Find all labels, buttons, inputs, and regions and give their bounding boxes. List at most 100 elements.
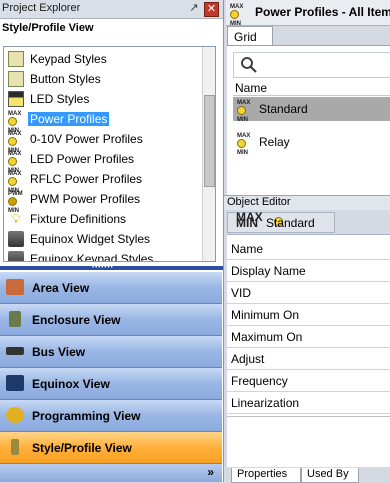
fixture-icon: 💡︎ — [11, 211, 21, 226]
nav-enclosure-view[interactable]: Enclosure View — [0, 304, 222, 336]
equinox-widget-icon — [8, 231, 24, 247]
tab-label: Grid — [234, 30, 257, 44]
pwm-profile-icon: PWM MIN — [8, 191, 23, 214]
chevron-right-icon[interactable]: » — [207, 465, 214, 479]
style-profile-tree: Keypad Styles Button Styles LED Styles M… — [3, 46, 216, 262]
equinox-view-icon — [6, 375, 24, 391]
tree-item-label: Equinox Keypad Styles — [30, 252, 154, 262]
tree-item-equinox-keypad-styles[interactable]: Equinox Keypad Styles — [4, 249, 200, 262]
power-profiles-title: Power Profiles - All Item — [255, 5, 390, 19]
tree-item-fixture-definitions[interactable]: 💡︎ Fixture Definitions — [4, 209, 200, 229]
property-row-frequency[interactable]: Frequency — [227, 369, 390, 392]
nav-label: Style/Profile View — [32, 441, 132, 455]
nav-style-profile-view[interactable]: Style/Profile View — [0, 432, 222, 464]
tab-grid[interactable]: Grid — [227, 26, 273, 46]
power-profile-icon: MAX MIN — [8, 171, 22, 194]
grid-row-relay[interactable]: MAX MIN Relay — [233, 130, 390, 156]
tree-item-rflc-power-profiles[interactable]: MAX MIN RFLC Power Profiles — [4, 169, 200, 194]
property-row-name[interactable]: Name — [227, 237, 390, 260]
grid-row-label: Standard — [259, 102, 308, 116]
tree-item-power-profiles[interactable]: MAX MIN Power Profiles — [4, 109, 200, 134]
search-icon[interactable] — [240, 56, 258, 74]
power-profile-icon: MAX MIN — [237, 100, 251, 123]
property-label: Display Name — [231, 264, 306, 278]
nav-overflow-bar[interactable]: » — [0, 464, 222, 482]
splitter-grip: ••••••• — [92, 265, 114, 271]
power-profiles-titlebar: MAX MIN Power Profiles - All Item — [226, 0, 390, 27]
object-editor-titlebar: Object Editor — [224, 195, 390, 210]
property-label: Frequency — [231, 374, 288, 388]
property-row-vid[interactable]: VID — [227, 281, 390, 304]
equinox-keypad-icon — [8, 251, 24, 261]
property-grid: Name Display Name VID Minimum On Maximum… — [227, 234, 390, 417]
programming-view-icon — [6, 407, 24, 423]
tab-properties[interactable]: Properties — [231, 468, 301, 483]
tree-item-label: PWM Power Profiles — [30, 192, 141, 206]
power-profile-icon: MAX MIN — [237, 133, 251, 156]
property-row-linearization[interactable]: Linearization — [227, 391, 390, 414]
area-view-icon — [6, 279, 24, 295]
keypad-styles-icon — [8, 51, 24, 67]
nav-label: Area View — [32, 281, 90, 295]
tree-item-0-10v-power-profiles[interactable]: MAX MIN 0-10V Power Profiles — [4, 129, 200, 154]
tab-label: Properties — [237, 468, 288, 480]
close-icon[interactable]: ✕ — [204, 2, 219, 17]
nav-area-view[interactable]: Area View — [0, 272, 222, 304]
tree-item-keypad-styles[interactable]: Keypad Styles — [4, 49, 200, 69]
property-row-maximum-on[interactable]: Maximum On — [227, 325, 390, 348]
style-profile-view-icon — [11, 439, 19, 455]
power-profile-icon: MAX MIN — [8, 151, 22, 174]
tree-item-label: Button Styles — [30, 72, 101, 86]
project-explorer-titlebar: Project Explorer ↗ ✕ — [0, 0, 223, 19]
property-description-area — [227, 416, 390, 467]
object-editor-tab-label: Standard — [266, 216, 315, 230]
property-label: Linearization — [231, 396, 300, 410]
tree-item-pwm-power-profiles[interactable]: PWM MIN PWM Power Profiles — [4, 189, 200, 214]
nav-label: Bus View — [32, 345, 86, 359]
object-editor-bottom-tabs: Properties Used By — [227, 468, 390, 483]
nav-label: Enclosure View — [32, 313, 121, 327]
property-row-display-name[interactable]: Display Name — [227, 259, 390, 282]
button-styles-icon — [8, 71, 24, 87]
tree-item-label: 0-10V Power Profiles — [30, 132, 143, 146]
bus-view-icon — [6, 347, 24, 355]
project-explorer-title: Project Explorer — [2, 2, 81, 14]
property-label: VID — [231, 286, 252, 300]
property-label: Minimum On — [231, 308, 300, 322]
tree-scrollbar-thumb[interactable] — [204, 95, 215, 187]
enclosure-view-icon — [9, 311, 21, 327]
tree-item-label: Keypad Styles — [30, 52, 107, 66]
property-label: Maximum On — [231, 330, 303, 344]
tree-item-label: LED Styles — [30, 92, 90, 106]
tree-item-equinox-widget-styles[interactable]: Equinox Widget Styles — [4, 229, 200, 249]
property-row-adjust[interactable]: Adjust — [227, 347, 390, 370]
nav-equinox-view[interactable]: Equinox View — [0, 368, 222, 400]
column-header-name[interactable]: Name — [233, 80, 390, 96]
property-row-minimum-on[interactable]: Minimum On — [227, 303, 390, 326]
object-editor-tab[interactable]: MAX MIN Standard — [227, 211, 335, 233]
power-profile-icon: MAX MIN — [8, 111, 22, 134]
panel-splitter[interactable]: ••••••• — [0, 265, 223, 271]
property-label: Adjust — [231, 352, 265, 366]
tree-item-label: LED Power Profiles — [30, 152, 135, 166]
pin-icon[interactable]: ↗ — [187, 2, 201, 15]
nav-label: Programming View — [32, 409, 141, 423]
nav-programming-view[interactable]: Programming View — [0, 400, 222, 432]
property-label: Name — [231, 242, 264, 256]
tree-item-led-power-profiles[interactable]: MAX MIN LED Power Profiles — [4, 149, 200, 174]
grid-row-label: Relay — [259, 135, 290, 149]
tree-item-led-styles[interactable]: LED Styles — [4, 89, 200, 109]
tree-item-button-styles[interactable]: Button Styles — [4, 69, 200, 89]
power-profile-icon: MAX MIN — [230, 4, 244, 27]
search-input[interactable] — [233, 52, 390, 78]
column-header-label: Name — [235, 81, 268, 95]
nav-label: Equinox View — [32, 377, 110, 391]
power-profile-icon: MAX MIN — [236, 211, 283, 230]
tree-item-label: Fixture Definitions — [30, 212, 127, 226]
nav-bus-view[interactable]: Bus View — [0, 336, 222, 368]
tree-item-label: Power Profiles — [28, 112, 110, 126]
tab-used-by[interactable]: Used By — [301, 468, 359, 483]
tree-item-label: RFLC Power Profiles — [30, 172, 143, 186]
section-title: Style/Profile View — [2, 22, 94, 34]
grid-row-standard[interactable]: MAX MIN Standard — [233, 97, 390, 123]
